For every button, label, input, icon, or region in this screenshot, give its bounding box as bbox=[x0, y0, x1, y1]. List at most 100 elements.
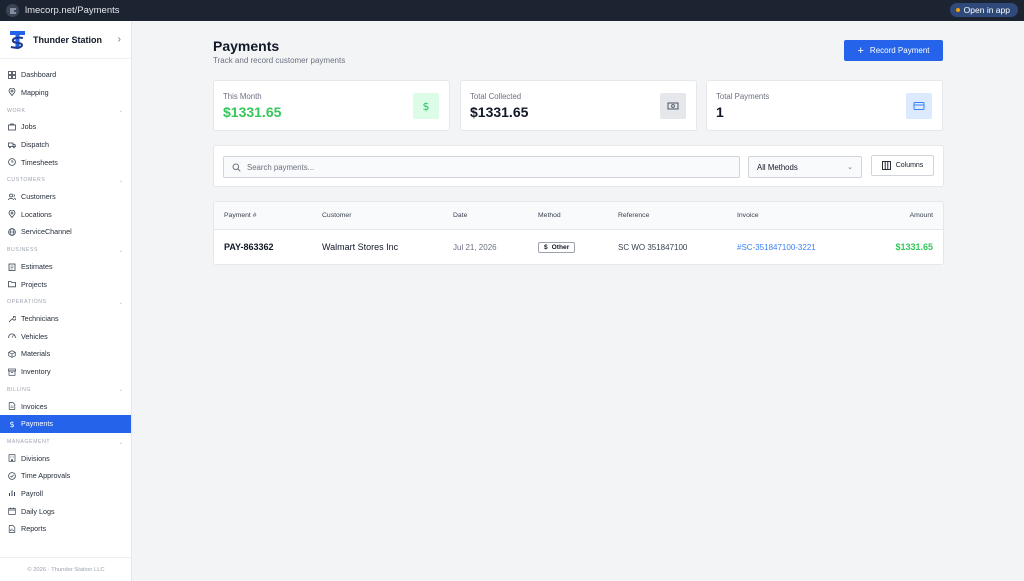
sidebar-item-materials[interactable]: Materials bbox=[0, 345, 131, 363]
record-payment-button[interactable]: + Record Payment bbox=[844, 40, 943, 61]
sidebar-item-inventory[interactable]: Inventory bbox=[0, 363, 131, 381]
method-select-value: All Methods bbox=[757, 162, 798, 172]
sidebar-item-time-approvals[interactable]: Time Approvals bbox=[0, 467, 131, 485]
sidebar-item-daily-logs[interactable]: Daily Logs bbox=[0, 502, 131, 520]
sidebar-item-customers[interactable]: Customers bbox=[0, 188, 131, 206]
section-label: MANAGEMENT bbox=[7, 439, 51, 445]
invoice-link[interactable]: #SC-351847100-3221 bbox=[737, 230, 816, 264]
method-badge: $ Other bbox=[538, 241, 576, 253]
box-icon bbox=[8, 350, 16, 358]
file-text-icon bbox=[8, 402, 16, 410]
brand-logo-icon bbox=[10, 30, 25, 49]
columns-button[interactable]: Columns bbox=[871, 155, 934, 176]
cash-icon bbox=[660, 93, 686, 119]
brand-header[interactable]: Thunder Station › bbox=[0, 21, 131, 59]
sidebar-item-payroll[interactable]: Payroll bbox=[0, 485, 131, 503]
cell-amount: $1331.65 bbox=[895, 242, 933, 252]
sidebar-item-jobs[interactable]: Jobs bbox=[0, 118, 131, 136]
app-dot-icon bbox=[955, 8, 960, 12]
dollar-icon: $ bbox=[544, 243, 548, 251]
plus-icon: + bbox=[857, 44, 864, 57]
chevron-down-icon: ⌄ bbox=[118, 439, 124, 446]
sidebar-item-reports[interactable]: Reports bbox=[0, 520, 131, 538]
sidebar-item-invoices[interactable]: Invoices bbox=[0, 397, 131, 415]
filter-bar: Search payments... All Methods ⌄ Columns bbox=[213, 145, 944, 187]
sidebar-item-label: Payments bbox=[21, 419, 53, 429]
sidebar-item-label: Daily Logs bbox=[21, 506, 55, 516]
clipboard-icon bbox=[8, 263, 16, 271]
sidebar-item-servicechannel[interactable]: ServiceChannel bbox=[0, 223, 131, 241]
bar-chart-icon bbox=[9, 490, 15, 497]
sidebar-item-label: Divisions bbox=[21, 453, 50, 463]
sidebar-item-label: Customers bbox=[21, 192, 56, 202]
sidebar-item-label: Dashboard bbox=[21, 70, 57, 80]
site-settings-icon[interactable] bbox=[6, 4, 19, 17]
building-icon bbox=[8, 454, 16, 462]
report-icon bbox=[8, 524, 16, 533]
svg-text:$: $ bbox=[423, 100, 430, 112]
column-header-reference[interactable]: Reference bbox=[618, 202, 649, 229]
section-label: CUSTOMERS bbox=[7, 177, 46, 184]
column-header-date[interactable]: Date bbox=[453, 202, 467, 229]
columns-icon bbox=[881, 161, 891, 170]
table-row[interactable]: PAY-863362 Walmart Stores Inc Jul 21, 20… bbox=[214, 230, 943, 264]
sidebar-item-payments[interactable]: $ Payments bbox=[0, 414, 131, 433]
search-input[interactable]: Search payments... bbox=[223, 156, 740, 178]
open-in-app-label: Open in app bbox=[963, 5, 1010, 15]
cell-method: $ Other bbox=[538, 230, 576, 264]
section-management[interactable]: MANAGEMENT ⌄ bbox=[0, 435, 131, 450]
section-label: BUSINESS bbox=[7, 247, 39, 254]
section-label: BILLING bbox=[7, 386, 32, 393]
sidebar-item-vehicles[interactable]: Vehicles bbox=[0, 328, 131, 346]
open-in-app-button[interactable]: Open in app bbox=[949, 3, 1018, 17]
main-content: Payments Track and record customer payme… bbox=[133, 21, 1024, 581]
method-select[interactable]: All Methods ⌄ bbox=[748, 156, 862, 178]
section-customers[interactable]: CUSTOMERS ⌄ bbox=[0, 173, 131, 188]
chevron-down-icon: ⌄ bbox=[118, 177, 124, 184]
sidebar-item-estimates[interactable]: Estimates bbox=[0, 258, 131, 276]
calendar-icon bbox=[8, 507, 16, 515]
column-header-payment[interactable]: Payment # bbox=[224, 202, 257, 229]
section-label: OPERATIONS bbox=[7, 299, 47, 306]
section-business[interactable]: BUSINESS ⌄ bbox=[0, 243, 131, 258]
sidebar-item-label: Locations bbox=[21, 209, 52, 219]
sidebar-item-divisions[interactable]: Divisions bbox=[0, 450, 131, 468]
section-operations[interactable]: OPERATIONS ⌄ bbox=[0, 295, 131, 310]
sidebar-item-label: Reports bbox=[21, 524, 47, 534]
stat-card-total-payments: Total Payments 1 bbox=[706, 80, 943, 131]
cell-payment-number: PAY-863362 bbox=[224, 242, 274, 252]
sidebar-item-timesheets[interactable]: Timesheets bbox=[0, 153, 131, 171]
section-billing[interactable]: BILLING ⌄ bbox=[0, 382, 131, 397]
wrench-icon bbox=[8, 315, 16, 323]
stat-label: Total Payments bbox=[716, 92, 770, 101]
column-header-invoice[interactable]: Invoice bbox=[737, 202, 759, 229]
chevron-right-icon[interactable]: › bbox=[118, 34, 121, 45]
search-icon bbox=[232, 163, 241, 172]
browser-url[interactable]: lmecorp.net/Payments bbox=[25, 5, 120, 16]
stat-label: Total Collected bbox=[470, 92, 522, 101]
dashboard-icon bbox=[8, 70, 16, 79]
sidebar-item-dashboard[interactable]: Dashboard bbox=[0, 66, 131, 84]
globe-icon bbox=[8, 228, 16, 236]
stat-value: $1331.65 bbox=[223, 104, 282, 120]
search-placeholder: Search payments... bbox=[247, 162, 315, 172]
column-header-amount[interactable]: Amount bbox=[910, 202, 933, 229]
users-icon bbox=[8, 193, 16, 200]
stat-value: 1 bbox=[716, 104, 724, 120]
sidebar-item-mapping[interactable]: Mapping bbox=[0, 84, 131, 102]
chevron-down-icon: ⌄ bbox=[118, 387, 124, 394]
sidebar-item-technicians[interactable]: Technicians bbox=[0, 310, 131, 328]
cell-date: Jul 21, 2026 bbox=[453, 242, 497, 252]
column-header-customer[interactable]: Customer bbox=[322, 202, 351, 229]
sidebar-item-projects[interactable]: Projects bbox=[0, 275, 131, 293]
sidebar-item-dispatch[interactable]: Dispatch bbox=[0, 136, 131, 154]
location-pin-icon bbox=[8, 210, 16, 219]
brand-name: Thunder Station bbox=[33, 34, 102, 45]
column-header-method[interactable]: Method bbox=[538, 202, 561, 229]
sidebar-item-label: Dispatch bbox=[21, 140, 49, 150]
sidebar-nav: Dashboard Mapping WORK ⌄ Jobs Dispatch T… bbox=[0, 59, 131, 537]
browser-topbar: lmecorp.net/Payments Open in app bbox=[0, 0, 1024, 21]
sidebar-item-locations[interactable]: Locations bbox=[0, 206, 131, 224]
cell-reference: SC WO 351847100 bbox=[618, 242, 688, 252]
section-work[interactable]: WORK ⌄ bbox=[0, 103, 131, 118]
